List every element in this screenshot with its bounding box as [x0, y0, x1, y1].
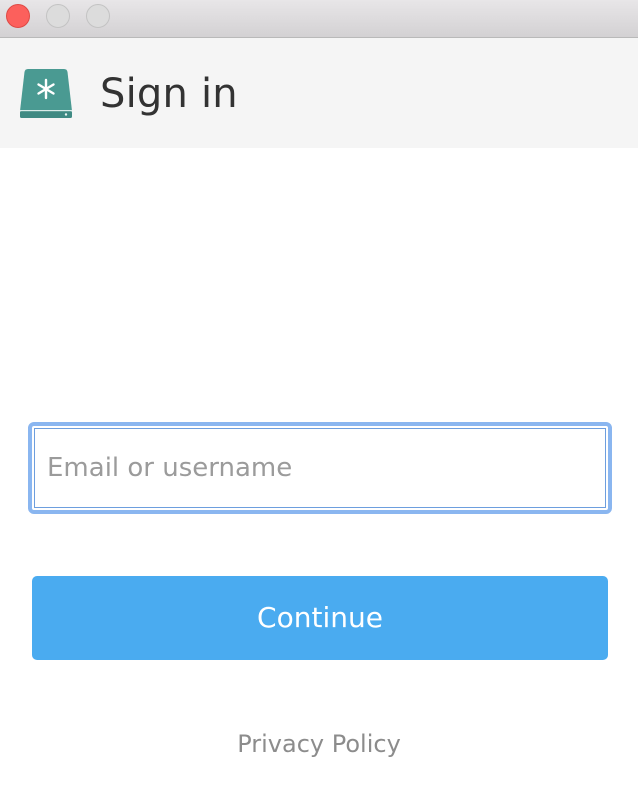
title-bar: [0, 0, 638, 38]
window-close-button[interactable]: [6, 4, 30, 28]
continue-button[interactable]: Continue: [32, 576, 608, 660]
username-field-focus-ring: [28, 422, 612, 514]
window-minimize-button[interactable]: [46, 4, 70, 28]
drive-asterisk-icon: [20, 69, 72, 118]
page-title: Sign in: [100, 71, 238, 117]
email-username-input[interactable]: [34, 428, 606, 508]
header: Sign in: [0, 38, 638, 148]
sign-in-window: Sign in Continue Privacy Policy: [0, 0, 638, 808]
privacy-policy-link[interactable]: Privacy Policy: [0, 726, 638, 762]
window-maximize-button[interactable]: [86, 4, 110, 28]
